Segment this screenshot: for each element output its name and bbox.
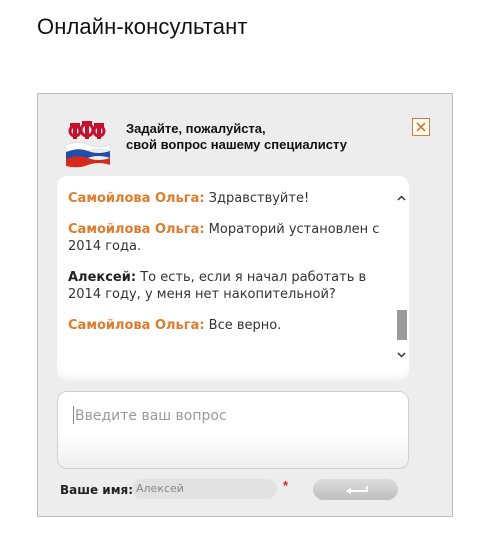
chevron-up-icon bbox=[397, 194, 406, 201]
message-item: Алексей: То есть, если я начал работать … bbox=[68, 269, 390, 303]
message-text: Все верно. bbox=[204, 318, 282, 333]
scroll-thumb[interactable] bbox=[397, 310, 407, 340]
header-line-2: свой вопрос нашему специалисту bbox=[126, 137, 347, 152]
chat-scrollbar[interactable] bbox=[394, 176, 409, 381]
message-author: Самойлова Ольга: bbox=[68, 191, 205, 206]
message-text: Здравствуйте! bbox=[204, 191, 310, 206]
message-item: Самойлова Ольга: Все верно. bbox=[68, 317, 390, 334]
message-author: Алексей: bbox=[68, 270, 137, 285]
question-input[interactable]: Введите ваш вопрос bbox=[57, 391, 409, 469]
pfr-logo bbox=[62, 117, 112, 169]
widget-header: Задайте, пожалуйста, свой вопрос нашему … bbox=[126, 121, 347, 153]
scroll-down-button[interactable] bbox=[397, 350, 406, 359]
close-button[interactable] bbox=[412, 118, 430, 136]
message-author: Самойлова Ольга: bbox=[68, 222, 205, 237]
send-button[interactable] bbox=[313, 479, 398, 500]
message-list: Самойлова Ольга: Здравствуйте! Самойлова… bbox=[68, 190, 390, 348]
message-author: Самойлова Ольга: bbox=[68, 318, 205, 333]
page-title: Онлайн-консультант bbox=[37, 14, 248, 39]
chevron-down-icon bbox=[397, 351, 406, 358]
name-input[interactable]: Алексей bbox=[132, 479, 277, 499]
chat-history[interactable]: Самойлова Ольга: Здравствуйте! Самойлова… bbox=[57, 176, 409, 381]
close-icon bbox=[416, 122, 426, 132]
name-label: Ваше имя: bbox=[60, 483, 134, 497]
required-mark: * bbox=[283, 478, 289, 493]
consultant-widget: Задайте, пожалуйста, свой вопрос нашему … bbox=[37, 93, 453, 517]
enter-arrow-icon bbox=[345, 485, 368, 494]
message-item: Самойлова Ольга: Здравствуйте! bbox=[68, 190, 390, 207]
header-line-1: Задайте, пожалуйста, bbox=[126, 121, 266, 136]
message-item: Самойлова Ольга: Мораторий установлен с … bbox=[68, 221, 390, 255]
text-cursor bbox=[73, 406, 74, 424]
scroll-up-button[interactable] bbox=[397, 193, 406, 202]
question-placeholder: Введите ваш вопрос bbox=[75, 408, 227, 424]
